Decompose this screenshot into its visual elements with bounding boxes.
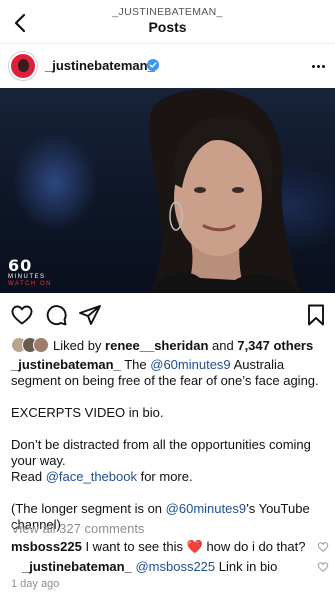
mention-link[interactable]: @60minutes9 — [150, 357, 230, 372]
more-options-icon[interactable] — [307, 56, 329, 76]
bookmark-icon[interactable] — [304, 303, 328, 327]
post-username[interactable]: _justinebateman_ — [45, 58, 155, 73]
post-header: _justinebateman_ — [0, 44, 335, 88]
comment-username[interactable]: _justinebateman_ — [22, 559, 132, 574]
liker-avatars — [11, 337, 51, 353]
liker-username[interactable]: renee__sheridan — [105, 338, 208, 353]
page-title: Posts — [148, 19, 187, 35]
post-timestamp: 1 day ago — [11, 578, 60, 590]
top-bar: _JUSTINEBATEMAN_ Posts — [0, 0, 335, 44]
heart-icon[interactable] — [10, 303, 34, 327]
caption-author[interactable]: _justinebateman_ — [11, 357, 121, 372]
verified-badge-icon — [147, 59, 159, 71]
tv-logo: 60 MINUTES WATCH ON — [8, 256, 52, 288]
header-username: _JUSTINEBATEMAN_ — [112, 6, 223, 18]
comment-icon[interactable] — [44, 303, 68, 327]
mention-link[interactable]: @face_thebook — [46, 469, 137, 484]
comment-like-heart-icon[interactable] — [317, 561, 329, 573]
header-titles: _JUSTINEBATEMAN_ Posts — [0, 6, 335, 36]
share-icon[interactable] — [78, 303, 102, 327]
likes-count[interactable]: 7,347 others — [237, 338, 313, 353]
avatar[interactable] — [9, 52, 37, 80]
comment-like-heart-icon[interactable] — [317, 541, 329, 553]
action-row — [0, 296, 335, 332]
likes-row[interactable]: Liked by renee__sheridan and 7,347 other… — [11, 336, 313, 354]
heart-emoji: ❤️ — [186, 539, 203, 554]
post-media[interactable]: 60 MINUTES WATCH ON — [0, 88, 335, 293]
comment-item: msboss225 I want to see this ❤️ how do i… — [11, 539, 306, 554]
mention-link[interactable]: @msboss225 — [135, 559, 215, 574]
mention-link[interactable]: @60minutes9 — [166, 501, 246, 516]
comment-username[interactable]: msboss225 — [11, 539, 82, 554]
comment-reply: _justinebateman_ @msboss225 Link in bio — [22, 559, 278, 574]
view-all-comments-link[interactable]: View all 327 comments — [11, 521, 144, 536]
likes-text: Liked by renee__sheridan and 7,347 other… — [53, 337, 314, 353]
caption-paragraph: EXCERPTS VIDEO in bio. — [11, 405, 164, 420]
